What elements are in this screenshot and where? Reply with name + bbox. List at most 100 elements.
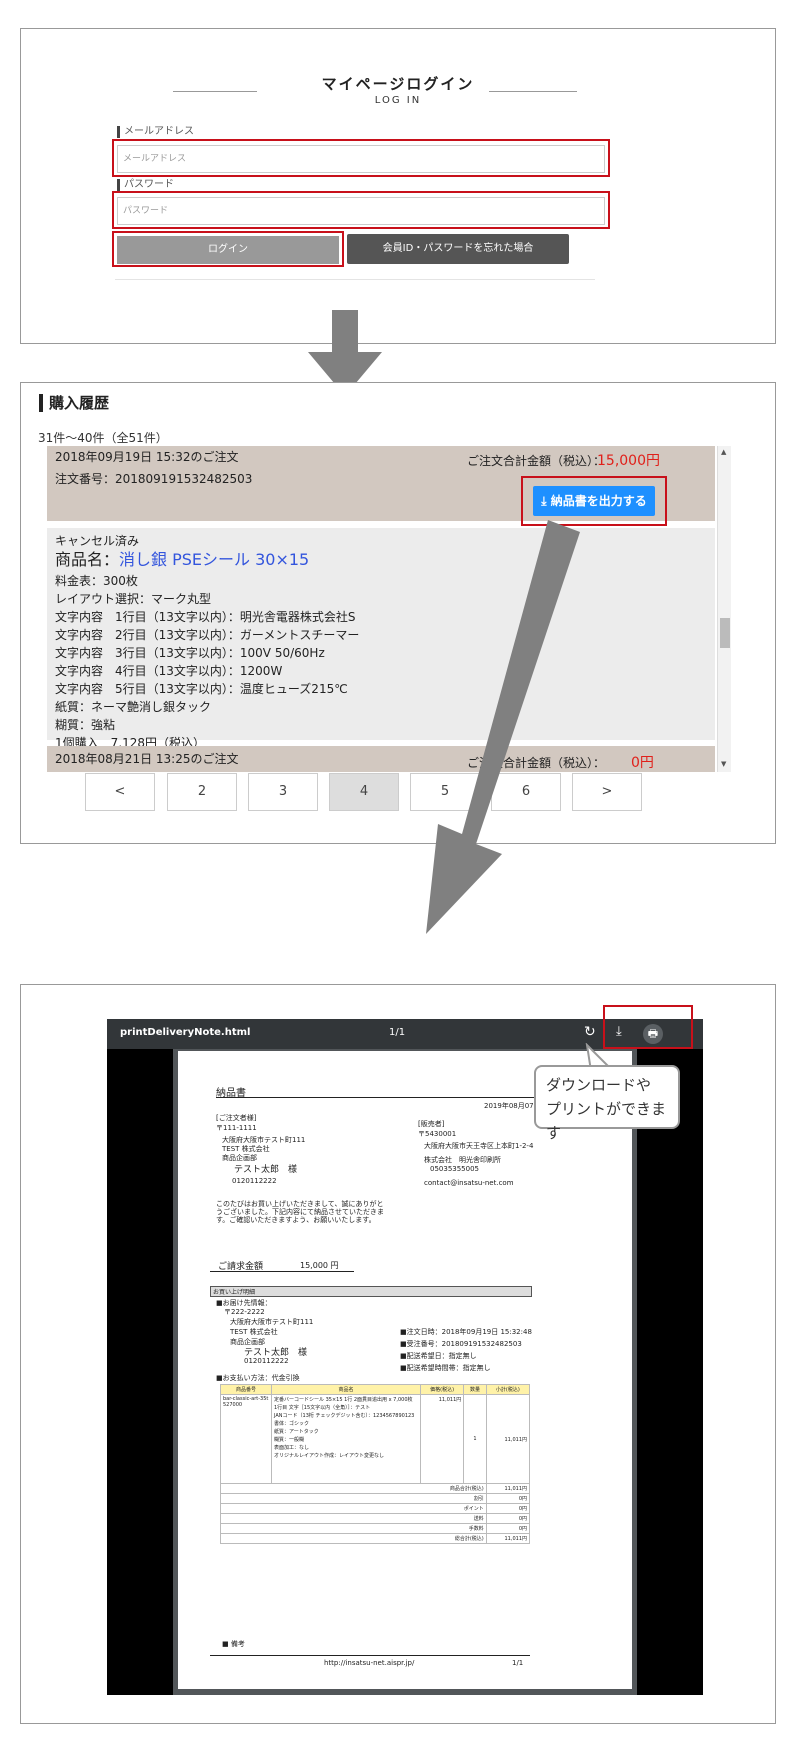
seller-zip: 〒5430001 [418,1130,457,1138]
remarks-label: ■ 備考 [222,1640,245,1648]
summary-value: 0円 [485,1503,531,1514]
row-subtotal: 11,011円 [485,1394,531,1484]
viewer-panel: printDeliveryNote.html 1/1 ↻ ⤓ 🖶 納品書 201… [20,984,776,1724]
export-button-highlight: ⤓ 納品書を出力する [521,476,667,526]
table-header: 価格(税込) [419,1384,465,1395]
scrollbar[interactable]: ▲ ▼ [717,446,731,772]
order-number: ■受注番号：201809191532482503 [400,1340,522,1348]
row-spec: 紙質：アートタック [274,1429,319,1435]
greeting-line: す。ご確認いただきますよう、お願いいたします。 [216,1216,376,1224]
items-table: 商品番号 商品名 価格(税込) 数量 小計(税込) bar-classic-ar… [220,1384,531,1544]
forgot-password-button[interactable]: 会員ID・パスワードを忘れた場合 [347,234,569,264]
summary-label: 総合計(税込) [220,1533,487,1544]
table-header-row: 商品番号 商品名 価格(税込) 数量 小計(税込) [220,1384,531,1395]
login-panel: マイページログイン LOG IN メールアドレス メールアドレス パスワード パ… [20,28,776,344]
scroll-down-icon[interactable]: ▼ [721,760,726,768]
summary-row: 送料 0円 [220,1513,531,1524]
viewer-left-margin [107,1049,173,1695]
seller-email: contact@insatsu-net.com [424,1179,514,1187]
document-page: 納品書 2019年08月07日 [ご注文者様] 〒111-1111 大阪府大阪市… [178,1051,632,1689]
delivery-date: ■配送希望日：指定無し [400,1352,477,1360]
summary-label: 商品合計(税込) [220,1483,487,1494]
email-field[interactable]: メールアドレス [117,145,605,173]
table-header: 小計(税込) [485,1384,531,1395]
summary-row: ポイント 0円 [220,1503,531,1514]
export-label: 納品書を出力する [550,494,647,508]
order-total-label: ご注文合計金額（税込）： [467,454,606,468]
item-name: 商品名：消し銀 PSEシール 30×15 [55,549,309,571]
invoice-rule [210,1271,354,1272]
viewer-filename: printDeliveryNote.html [120,1027,251,1038]
item-detail-line: 料金表：300枚 [55,574,138,588]
item-name-link[interactable]: 消し銀 PSEシール 30×15 [119,550,309,569]
email-label: メールアドレス [117,126,194,138]
item-detail-line: 文字内容 5行目（13文字以内）：温度ヒューズ215℃ [55,682,348,696]
seller-company: 株式会社 明光舎印刷所 [424,1156,501,1164]
viewer-right-margin [637,1049,703,1695]
footer-page: 1/1 [512,1659,524,1667]
row-code: bar-classic-art-35t 527000 [220,1394,272,1484]
password-field[interactable]: パスワード [117,197,605,225]
order-datetime: ■注文日時：2018年09月19日 15:32:48 [400,1328,532,1336]
history-panel: 購入履歴 31件～40件（全51件） 2018年09月19日 15:32のご注文… [20,382,776,844]
customer-zip: 〒111-1111 [216,1124,257,1132]
payment-method: ■お支払い方法：代金引換 [216,1374,300,1382]
details-header: お買い上げ明細 [210,1286,532,1297]
table-row: bar-classic-art-35t 527000 定番バーコードシール 35… [220,1394,531,1484]
item-detail-line: レイアウト選択：マーク丸型 [55,592,212,606]
email-highlight: メールアドレス [112,139,610,177]
summary-value: 11,011円 [485,1533,531,1544]
summary-row: 商品合計(税込) 11,011円 [220,1483,531,1494]
table-header: 商品名 [271,1384,421,1395]
scroll-up-icon[interactable]: ▲ [721,448,726,456]
download-print-callout: ダウンロードや プリントができます [534,1065,680,1142]
ship-zip: 〒222-2222 [224,1308,265,1316]
order-date: 2018年08月21日 13:25のご注文 [55,752,239,766]
summary-value: 0円 [485,1513,531,1524]
delivery-time: ■配送希望時間帯：指定無し [400,1364,491,1372]
seller-label: [販売者] [418,1120,445,1128]
seller-tel: 05035355005 [430,1165,479,1173]
login-button[interactable]: ログイン [117,236,339,264]
row-product: 定番バーコードシール 35×15 1行 2面貫目追出用 x 7,000枚 1行目… [271,1394,421,1484]
doc-date: 2019年08月07日 [484,1102,541,1110]
export-delivery-note-button[interactable]: ⤓ 納品書を出力する [533,486,655,516]
order-date: 2018年09月19日 15:32のご注文 [55,450,239,464]
page-button[interactable]: 2 [167,773,237,811]
doc-title-rule [216,1097,534,1098]
item-name-label: 商品名： [55,550,120,569]
login-subtitle: LOG IN [374,95,422,106]
row-spec: 表面加工：なし [274,1445,310,1451]
page-button-current[interactable]: 4 [329,773,399,811]
login-title: マイページログイン [321,75,475,93]
download-icon: ⤓ [541,494,551,508]
row-product-name: 定番バーコードシール 35×15 1行 2面貫目追出用 x 7,000枚 [274,1397,413,1403]
page-button[interactable]: 3 [248,773,318,811]
invoice-value: 15,000 円 [300,1261,339,1270]
diagonal-arrow-icon [426,520,580,934]
summary-row: 手数料 0円 [220,1523,531,1534]
item-detail-line: 文字内容 4行目（13文字以内）：1200W [55,664,283,678]
password-highlight: パスワード [112,191,610,229]
order-total-value: 15,000円 [597,453,660,469]
summary-value: 0円 [485,1523,531,1534]
rotate-icon[interactable]: ↻ [584,1024,596,1040]
ship-address: 大阪府大阪市テスト町111 [230,1318,314,1326]
summary-value: 11,011円 [485,1483,531,1494]
result-count: 31件～40件（全51件） [38,431,168,445]
table-header: 数量 [463,1384,487,1395]
row-spec: 糊質：一般糊 [274,1437,305,1443]
ship-company: TEST 株式会社 [230,1328,278,1336]
summary-value: 0円 [485,1493,531,1504]
item-status: キャンセル済み [55,534,140,548]
item-detail-line: 文字内容 1行目（13文字以内）：明光舎電器株式会社S [55,610,356,624]
order-header: 2018年09月19日 15:32のご注文 ご注文合計金額（税込）： 15,00… [47,446,715,526]
login-bottom-rule [115,279,595,280]
page-prev-button[interactable]: < [85,773,155,811]
details-header-text: お買い上げ明細 [213,1289,256,1296]
row-spec: JANコード（13桁 チェックデジット含む）：1234567890123 [274,1413,415,1419]
scroll-thumb[interactable] [720,618,730,648]
item-detail-line: 文字内容 2行目（13文字以内）：ガーメントスチーマー [55,628,360,642]
row-qty: 1 [463,1394,487,1484]
summary-label: 送料 [220,1513,487,1524]
